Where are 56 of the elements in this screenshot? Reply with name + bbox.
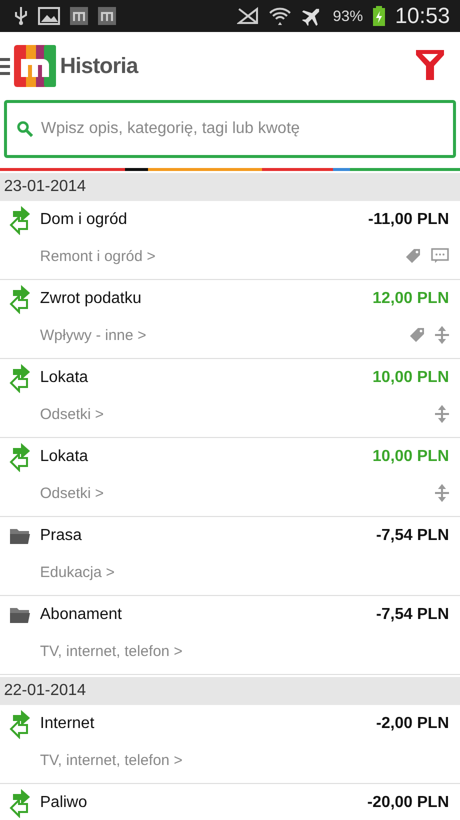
transaction-title: Abonament (40, 606, 123, 624)
app-notification-icon (70, 7, 88, 25)
amount: -7,54 PLN (376, 527, 449, 545)
screen-title: Historia (60, 53, 138, 79)
folder-icon (9, 606, 31, 624)
transaction-row[interactable]: Lokata 10,00 PLN Odsetki > (0, 438, 460, 517)
category-link[interactable]: TV, internet, telefon > (40, 752, 376, 768)
amount: -2,00 PLN (376, 715, 449, 733)
battery-icon (372, 6, 385, 26)
app-notification-icon (98, 7, 116, 25)
category-link[interactable]: Remont i ogród > (40, 248, 368, 264)
category-link[interactable]: Edukacja > (40, 564, 376, 580)
no-signal-icon (236, 7, 259, 25)
transaction-row[interactable]: Internet -2,00 PLN TV, internet, telefon > (0, 705, 460, 784)
search-field[interactable]: Wpisz opis, kategorię, tagi lub kwotę (4, 100, 456, 158)
amount: -11,00 PLN (368, 211, 449, 229)
filter-button[interactable] (416, 50, 444, 82)
transaction-row[interactable]: Paliwo -20,00 PLN (0, 784, 460, 820)
transaction-title: Lokata (40, 369, 90, 387)
search-icon (17, 121, 33, 137)
battery-percentage: 93% (332, 8, 363, 24)
transaction-title: Lokata (40, 448, 90, 466)
transfer-arrows-icon (9, 788, 31, 818)
transaction-title: Prasa (40, 527, 83, 545)
wifi-icon (268, 6, 291, 26)
amount: -7,54 PLN (376, 606, 449, 624)
amount: 10,00 PLN (372, 369, 449, 387)
transaction-row[interactable]: Dom i ogród -11,00 PLN Remont i ogród > (0, 201, 460, 280)
date-header: 22-01-2014 (0, 677, 460, 705)
clock: 10:53 (394, 3, 450, 29)
transfer-arrows-icon (9, 363, 31, 393)
transfer-arrows-icon (9, 205, 31, 235)
category-link[interactable]: Odsetki > (40, 484, 373, 502)
transfer-arrows-icon (9, 442, 31, 472)
menu-icon (0, 56, 10, 76)
category-link[interactable]: TV, internet, telefon > (40, 642, 376, 660)
transaction-title: Dom i ogród (40, 211, 128, 229)
transaction-row[interactable]: Lokata 10,00 PLN Odsetki > (0, 359, 460, 438)
transfer-arrows-icon (9, 284, 31, 314)
transaction-title: Paliwo (40, 794, 88, 812)
category-link[interactable]: Odsetki > (40, 406, 373, 422)
folder-icon (9, 527, 31, 545)
transaction-title: Zwrot podatku (40, 290, 142, 308)
date-header: 23-01-2014 (0, 173, 460, 201)
category-link[interactable]: Wpływy - inne > (40, 326, 373, 344)
transfer-arrows-icon (9, 709, 31, 739)
usb-icon (14, 6, 28, 26)
app-logo-icon (14, 45, 56, 87)
amount: -20,00 PLN (367, 794, 449, 812)
transaction-row[interactable]: Abonament -7,54 PLN TV, internet, telefon > (0, 596, 460, 675)
transaction-row[interactable]: Zwrot podatku 12,00 PLN Wpływy - inne > (0, 280, 460, 359)
amount: 10,00 PLN (372, 448, 449, 466)
amount: 12,00 PLN (372, 290, 449, 308)
transaction-row[interactable]: Prasa -7,54 PLN Edukacja > (0, 517, 460, 596)
transaction-title: Internet (40, 715, 96, 733)
image-icon (38, 6, 60, 26)
